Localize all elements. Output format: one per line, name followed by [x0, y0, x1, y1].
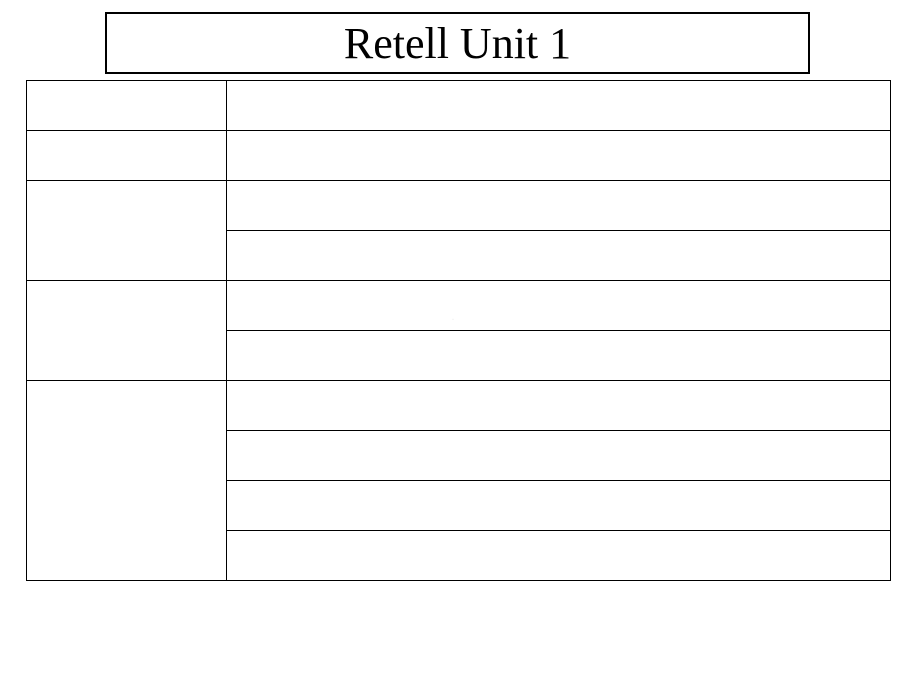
table-row: [27, 131, 891, 181]
cell-right: [226, 81, 890, 131]
table-row: [27, 181, 891, 231]
page-title: Retell Unit 1: [344, 18, 571, 69]
cell-left: [27, 181, 227, 281]
table-row: [27, 281, 891, 331]
cell-right: [226, 131, 890, 181]
table-row: [27, 381, 891, 431]
cell-left: [27, 281, 227, 381]
cell-right: [226, 231, 890, 281]
cell-right: [226, 331, 890, 381]
cell-right: [226, 181, 890, 231]
cell-right: [226, 431, 890, 481]
cell-right: [226, 531, 890, 581]
cell-right: [226, 281, 890, 331]
cell-right: [226, 381, 890, 431]
title-box: Retell Unit 1: [105, 12, 810, 74]
retell-table: [26, 80, 891, 581]
cell-right: [226, 481, 890, 531]
cell-left: [27, 81, 227, 131]
table-row: [27, 81, 891, 131]
center-mark: .: [449, 312, 457, 320]
cell-left: [27, 381, 227, 581]
cell-left: [27, 131, 227, 181]
